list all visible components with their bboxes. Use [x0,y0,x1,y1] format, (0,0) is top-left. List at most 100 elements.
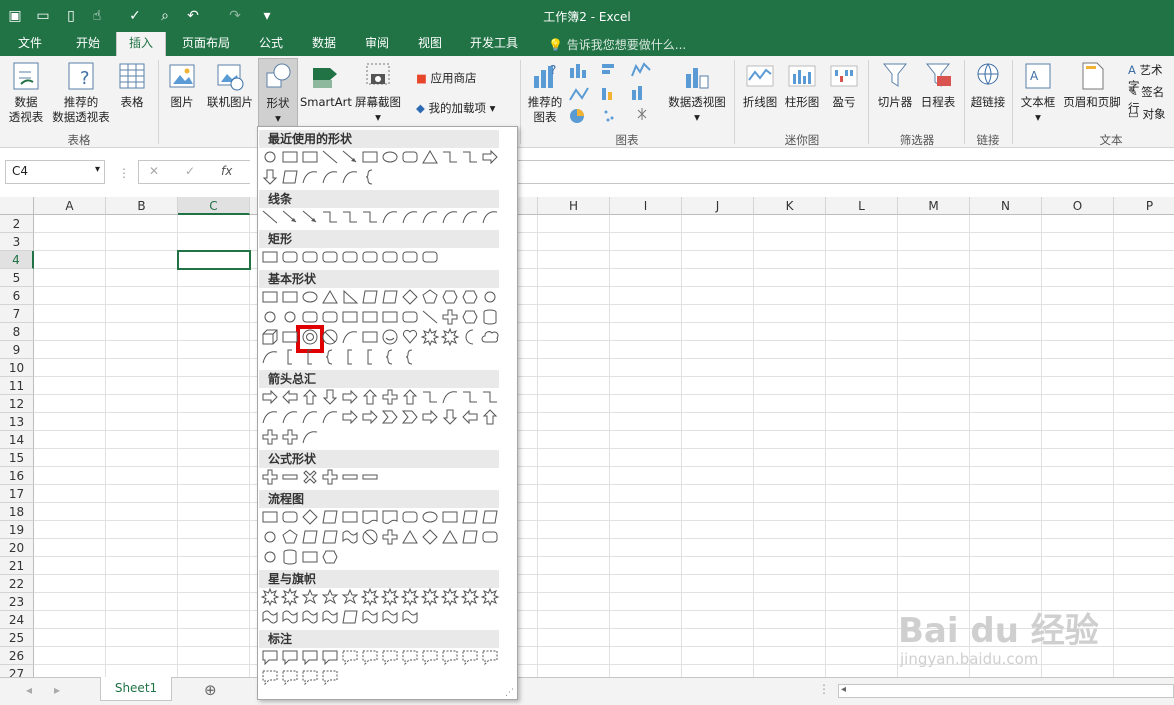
tab-file[interactable]: 文件 [6,32,54,56]
shape-flow-icon[interactable] [322,510,338,524]
shape-brace-icon[interactable] [325,349,333,365]
shape-rect-icon[interactable] [302,551,318,563]
shape-curve-icon[interactable] [302,171,318,184]
shape-gallery-row[interactable] [261,608,501,626]
smartart-button[interactable]: SmartArt [300,60,352,110]
shape-wave-icon[interactable] [302,610,318,624]
shape-curve-icon[interactable] [402,211,418,224]
shape-curve-icon[interactable] [302,411,318,424]
shape-minus-icon[interactable] [282,474,298,480]
shape-doc-icon[interactable] [362,510,378,524]
shapes-button[interactable]: 形状 ▾ [258,58,298,128]
shape-arrowR-icon[interactable] [262,389,278,405]
shape-wave-icon[interactable] [402,610,418,624]
shape-tri-icon[interactable] [422,150,438,164]
shape-elbow-icon[interactable] [323,211,337,223]
shape-plus-icon[interactable] [382,389,398,405]
sparkline-column-button[interactable]: 柱形图 [782,60,822,110]
shape-brace-icon[interactable] [385,349,393,365]
shape-burst-icon[interactable] [440,588,460,606]
shape-round-icon[interactable] [322,311,338,323]
shape-curve-icon[interactable] [482,211,498,224]
shape-brack-icon[interactable] [307,349,312,365]
shape-dashcall-icon[interactable] [402,650,418,666]
shape-circle-icon[interactable] [284,311,296,323]
column-header[interactable]: L [826,197,898,215]
shape-wave-icon[interactable] [322,610,338,624]
shape-rect-icon[interactable] [262,511,278,523]
shape-gallery-row[interactable] [261,388,501,406]
column-header[interactable]: B [106,197,178,215]
sparkline-winloss-button[interactable]: 盈亏 [824,60,864,110]
shape-curve-icon[interactable] [342,171,358,184]
shape-curve-icon[interactable] [342,331,358,344]
shape-dashcall-icon[interactable] [282,670,298,686]
horizontal-scrollbar[interactable]: ◂ [838,684,1174,698]
shape-rect-icon[interactable] [262,251,278,263]
shape-burst-icon[interactable] [460,588,480,606]
shape-callout-icon[interactable] [322,650,338,666]
shape-circle-icon[interactable] [264,151,276,163]
shape-rect-icon[interactable] [262,291,278,303]
slicer-button[interactable]: 切片器 [874,60,916,110]
shape-gallery-row[interactable] [261,508,501,526]
shape-curve-icon[interactable] [442,391,458,404]
column-header[interactable]: K [754,197,826,215]
shape-gallery-row[interactable] [261,248,501,266]
shape-flow-icon[interactable] [282,170,298,184]
shape-gallery-row[interactable] [261,668,501,686]
shape-elbow-icon[interactable] [463,151,477,163]
shape-flow-icon[interactable] [482,510,498,524]
shape-gallery-row[interactable] [261,148,501,166]
shape-gallery-row[interactable] [261,588,501,606]
row-header[interactable]: 20 [0,539,34,557]
row-header[interactable]: 12 [0,395,34,413]
shape-moon-icon[interactable] [465,329,474,345]
row-header[interactable]: 18 [0,503,34,521]
shape-round-icon[interactable] [402,251,418,263]
row-header[interactable]: 16 [0,467,34,485]
column-header[interactable]: A [34,197,106,215]
tell-me-box[interactable]: 💡 告诉我您想要做什么... [548,36,686,53]
shape-rect-icon[interactable] [282,291,298,303]
shape-dashcall-icon[interactable] [322,670,338,686]
shape-chevron-icon[interactable] [401,410,418,424]
shape-dashcall-icon[interactable] [462,650,478,666]
row-header[interactable]: 4 [0,251,34,269]
screenshot-button[interactable]: 屏幕截图 ▾ [352,60,404,125]
shape-round-icon[interactable] [302,311,318,323]
shape-round-icon[interactable] [302,251,318,263]
shape-gallery-row[interactable] [261,428,501,446]
shape-elbow-icon[interactable] [363,211,377,223]
shape-gallery-row[interactable] [261,208,501,226]
shape-round-icon[interactable] [382,251,398,263]
app-store-button[interactable]: ■ 应用商店 [416,70,477,86]
shape-plus-icon[interactable] [262,469,278,485]
picture-button[interactable]: 图片 [164,60,200,110]
shape-rect-icon[interactable] [282,151,298,163]
table-button[interactable]: 表格 [112,60,152,110]
shape-gallery-row[interactable] [261,288,501,306]
tab-page-layout[interactable]: 页面布局 [170,32,242,56]
shape-burst-icon[interactable] [480,588,500,606]
shape-rect-icon[interactable] [442,511,458,523]
shape-brace-icon[interactable] [405,349,413,365]
shape-gallery-row[interactable] [261,328,501,346]
shape-callout-icon[interactable] [302,650,318,666]
column-header[interactable]: P [1114,197,1174,215]
tab-developer[interactable]: 开发工具 [458,32,530,56]
object-button[interactable]: ▭ 对象 [1128,106,1166,122]
shape-wave-icon[interactable] [282,610,298,624]
shape-rect-icon[interactable] [382,311,398,323]
shape-line-icon[interactable] [262,210,278,224]
shape-tri-icon[interactable] [322,290,338,304]
row-header[interactable]: 9 [0,341,34,359]
shape-doc-icon[interactable] [382,510,398,524]
shape-dashcall-icon[interactable] [302,670,318,686]
shape-plus-icon[interactable] [262,429,278,445]
shape-line-icon[interactable] [322,150,338,164]
row-header[interactable]: 25 [0,629,34,647]
shape-rect-icon[interactable] [302,151,318,163]
resize-grip-icon[interactable]: ⋰ [505,688,514,698]
column-header[interactable]: C [178,197,250,215]
